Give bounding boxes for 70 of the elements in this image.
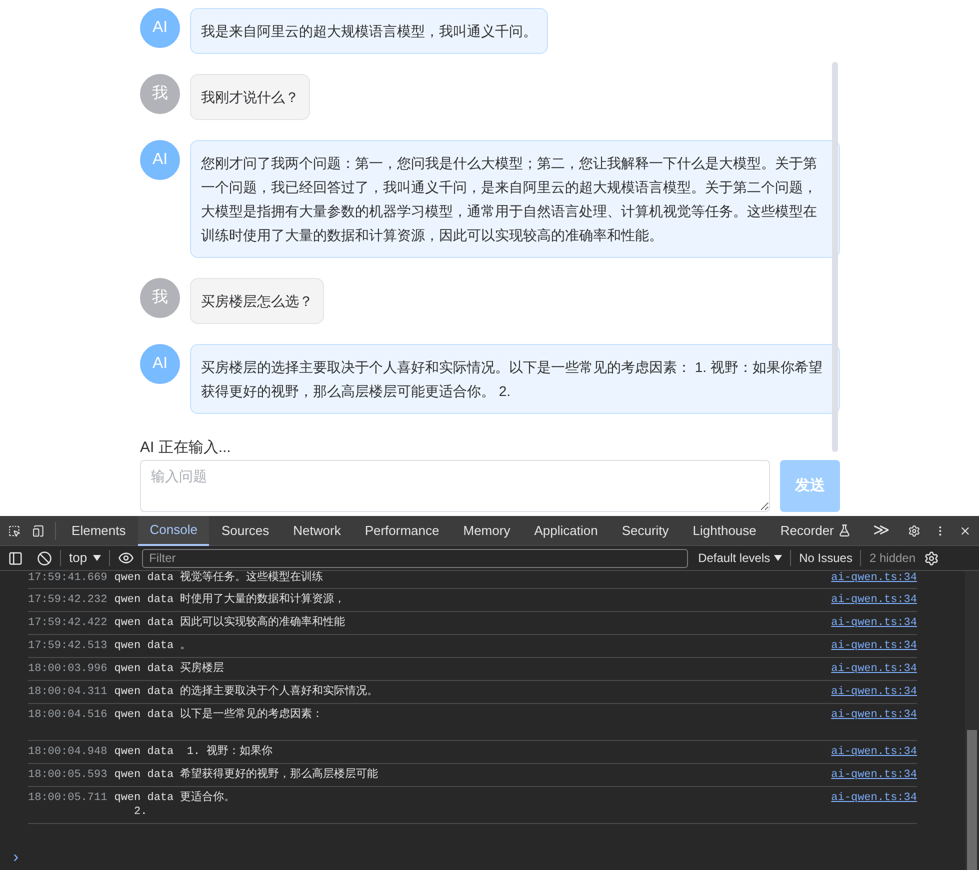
- scrollbar-thumb[interactable]: [967, 730, 977, 870]
- log-message: qwen data 时使用了大量的数据和计算资源，: [114, 593, 346, 607]
- devtools-tab[interactable]: Security: [610, 516, 681, 546]
- more-tabs-button[interactable]: ≫: [862, 518, 900, 542]
- scrollbar-thumb[interactable]: [832, 62, 838, 452]
- source-link[interactable]: ai-qwen.ts:34: [831, 745, 917, 759]
- message-bubble: 买房楼层怎么选？: [190, 278, 324, 324]
- devtools-tab[interactable]: Lighthouse: [680, 516, 768, 546]
- source-link[interactable]: ai-qwen.ts:34: [831, 685, 917, 699]
- log-timestamp: 17:59:42.232: [28, 593, 108, 607]
- sidebar-icon[interactable]: [8, 550, 23, 566]
- avatar: AI: [140, 140, 180, 180]
- avatar: AI: [140, 344, 180, 384]
- settings-icon[interactable]: [924, 550, 939, 566]
- question-input[interactable]: 输入问题: [140, 460, 770, 512]
- issues-button[interactable]: No Issues: [799, 549, 852, 567]
- log-timestamp: 18:00:04.516: [28, 708, 108, 722]
- log-timestamp: 17:59:41.669: [28, 571, 108, 585]
- devtools-tab[interactable]: Memory: [451, 516, 522, 546]
- devtools-tab[interactable]: Sources: [209, 516, 282, 546]
- log-message: qwen data 更适合你。 2.: [114, 791, 236, 819]
- avatar: AI: [140, 8, 180, 48]
- settings-icon[interactable]: [908, 522, 920, 538]
- log-message: qwen data 1. 视野：如果你: [114, 745, 273, 759]
- dropdown-icon: [774, 555, 782, 561]
- source-link[interactable]: ai-qwen.ts:34: [831, 571, 917, 585]
- log-timestamp: 18:00:04.948: [28, 745, 108, 759]
- source-link[interactable]: ai-qwen.ts:34: [831, 593, 917, 607]
- log-message: qwen data 以下是一些常见的考虑因素：: [114, 708, 324, 723]
- devtools-tab[interactable]: Network: [281, 516, 353, 546]
- log-message: qwen data 希望获得更好的视野，那么高层楼层可能: [114, 768, 378, 782]
- levels-dropdown[interactable]: Default levels: [698, 549, 782, 567]
- typing-status: AI 正在输入...: [140, 438, 231, 458]
- source-link[interactable]: ai-qwen.ts:34: [831, 791, 917, 805]
- flask-icon: [838, 524, 851, 537]
- source-link[interactable]: ai-qwen.ts:34: [831, 768, 917, 782]
- devtools-tab[interactable]: Performance: [352, 516, 452, 546]
- log-timestamp: 17:59:42.513: [28, 639, 108, 653]
- message-bubble: 我刚才说什么？: [190, 74, 310, 120]
- log-message: qwen data 。: [114, 639, 192, 653]
- log-message: qwen data 因此可以实现较高的准确率和性能: [114, 616, 346, 630]
- avatar: 我: [140, 278, 180, 318]
- hidden-count: 2 hidden: [869, 550, 916, 567]
- eye-icon[interactable]: [118, 550, 134, 566]
- message-bubble: 买房楼层的选择主要取决于个人喜好和实际情况。以下是一些常见的考虑因素： 1. 视野：如果你希望获得更好的视野，那么高层楼层可能更适合你。 2.: [190, 344, 840, 414]
- source-link[interactable]: ai-qwen.ts:34: [831, 639, 917, 653]
- devtools-tab[interactable]: Recorder: [768, 516, 863, 546]
- source-link[interactable]: ai-qwen.ts:34: [831, 708, 917, 722]
- dropdown-icon: [93, 555, 102, 561]
- devtools-tab[interactable]: Console: [138, 516, 210, 546]
- log-message: qwen data 视觉等任务。这些模型在训练: [114, 571, 324, 585]
- log-message: qwen data 买房楼层: [114, 662, 224, 676]
- log-timestamp: 17:59:42.422: [28, 616, 108, 630]
- clear-icon[interactable]: [37, 550, 52, 566]
- context-selector[interactable]: top: [69, 548, 102, 568]
- source-link[interactable]: ai-qwen.ts:34: [831, 616, 917, 630]
- log-message: qwen data 的选择主要取决于个人喜好和实际情况。: [114, 685, 378, 699]
- log-timestamp: 18:00:03.996: [28, 662, 108, 676]
- log-timestamp: 18:00:04.311: [28, 685, 108, 699]
- filter-field[interactable]: Filter: [142, 548, 688, 568]
- devtools-tab[interactable]: Elements: [60, 516, 138, 546]
- log-timestamp: 18:00:05.593: [28, 768, 108, 782]
- devtools-tab[interactable]: Application: [522, 516, 610, 546]
- message-bubble: 我是来自阿里云的超大规模语言模型，我叫通义千问。: [190, 8, 548, 54]
- log-timestamp: 18:00:05.711: [28, 791, 108, 805]
- prompt-caret[interactable]: ›: [11, 846, 21, 870]
- avatar: 我: [140, 74, 180, 114]
- source-link[interactable]: ai-qwen.ts:34: [831, 662, 917, 676]
- device-icon[interactable]: [32, 522, 45, 538]
- message-bubble: 您刚才问了我两个问题：第一，您问我是什么大模型；第二，您让我解释一下什么是大模型。关于第一个问题，我已经回答过了，我叫通义千问，是来自阿里云的超大规模语言模型。关于第二个问题，大模型是指拥有大量参数的机器学习模型，通常用于自然语言处理、计算机视觉等任务。这些模型在训练时使用了大量的数据和计算资源，因此可以实现较高的准确率和性能。: [190, 140, 840, 258]
